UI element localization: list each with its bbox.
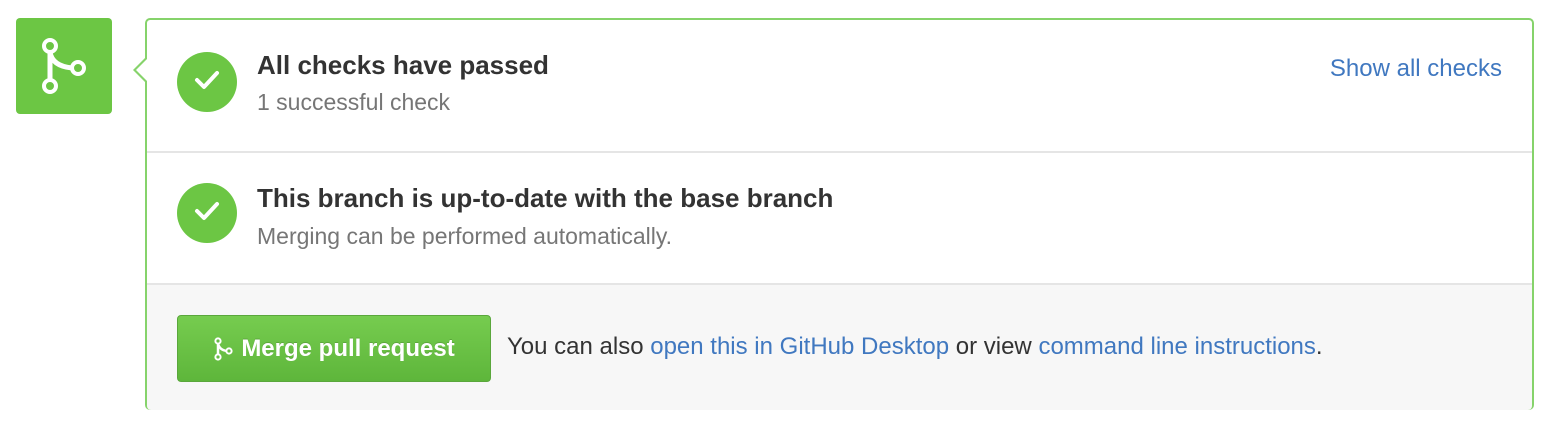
branch-description: Merging can be performed automatically. — [257, 223, 673, 249]
checks-section: All checks have passed 1 successful chec… — [147, 20, 1532, 151]
panel-pointer — [133, 56, 148, 84]
github-desktop-link[interactable]: open this in GitHub Desktop — [650, 333, 949, 360]
branch-section: This branch is up-to-date with the base … — [147, 151, 1532, 283]
help-middle: or view — [955, 333, 1032, 360]
merge-button-label: Merge pull request — [241, 334, 455, 362]
help-prefix: You can also — [507, 333, 644, 360]
merge-help-text: You can also open this in GitHub Desktop… — [507, 333, 1323, 361]
merge-status-panel: All checks have passed 1 successful chec… — [133, 18, 1534, 410]
merge-pull-request-button[interactable]: Merge pull request — [177, 315, 491, 382]
merge-badge — [16, 18, 112, 114]
check-icon — [194, 201, 220, 226]
checks-status-icon — [177, 52, 237, 112]
checks-title: All checks have passed — [257, 50, 549, 80]
merge-section: Merge pull request You can also open thi… — [147, 283, 1532, 410]
checks-description: 1 successful check — [257, 89, 451, 115]
git-merge-icon — [38, 34, 90, 98]
branch-status-icon — [177, 183, 237, 243]
branch-title: This branch is up-to-date with the base … — [257, 183, 834, 213]
git-merge-icon — [213, 336, 233, 362]
help-suffix: . — [1315, 333, 1323, 360]
merge-status-area: All checks have passed 1 successful chec… — [0, 0, 1554, 432]
show-all-checks-link[interactable]: Show all checks — [1330, 55, 1502, 83]
command-line-instructions-link[interactable]: command line instructions — [1038, 333, 1315, 360]
check-icon — [194, 70, 220, 95]
